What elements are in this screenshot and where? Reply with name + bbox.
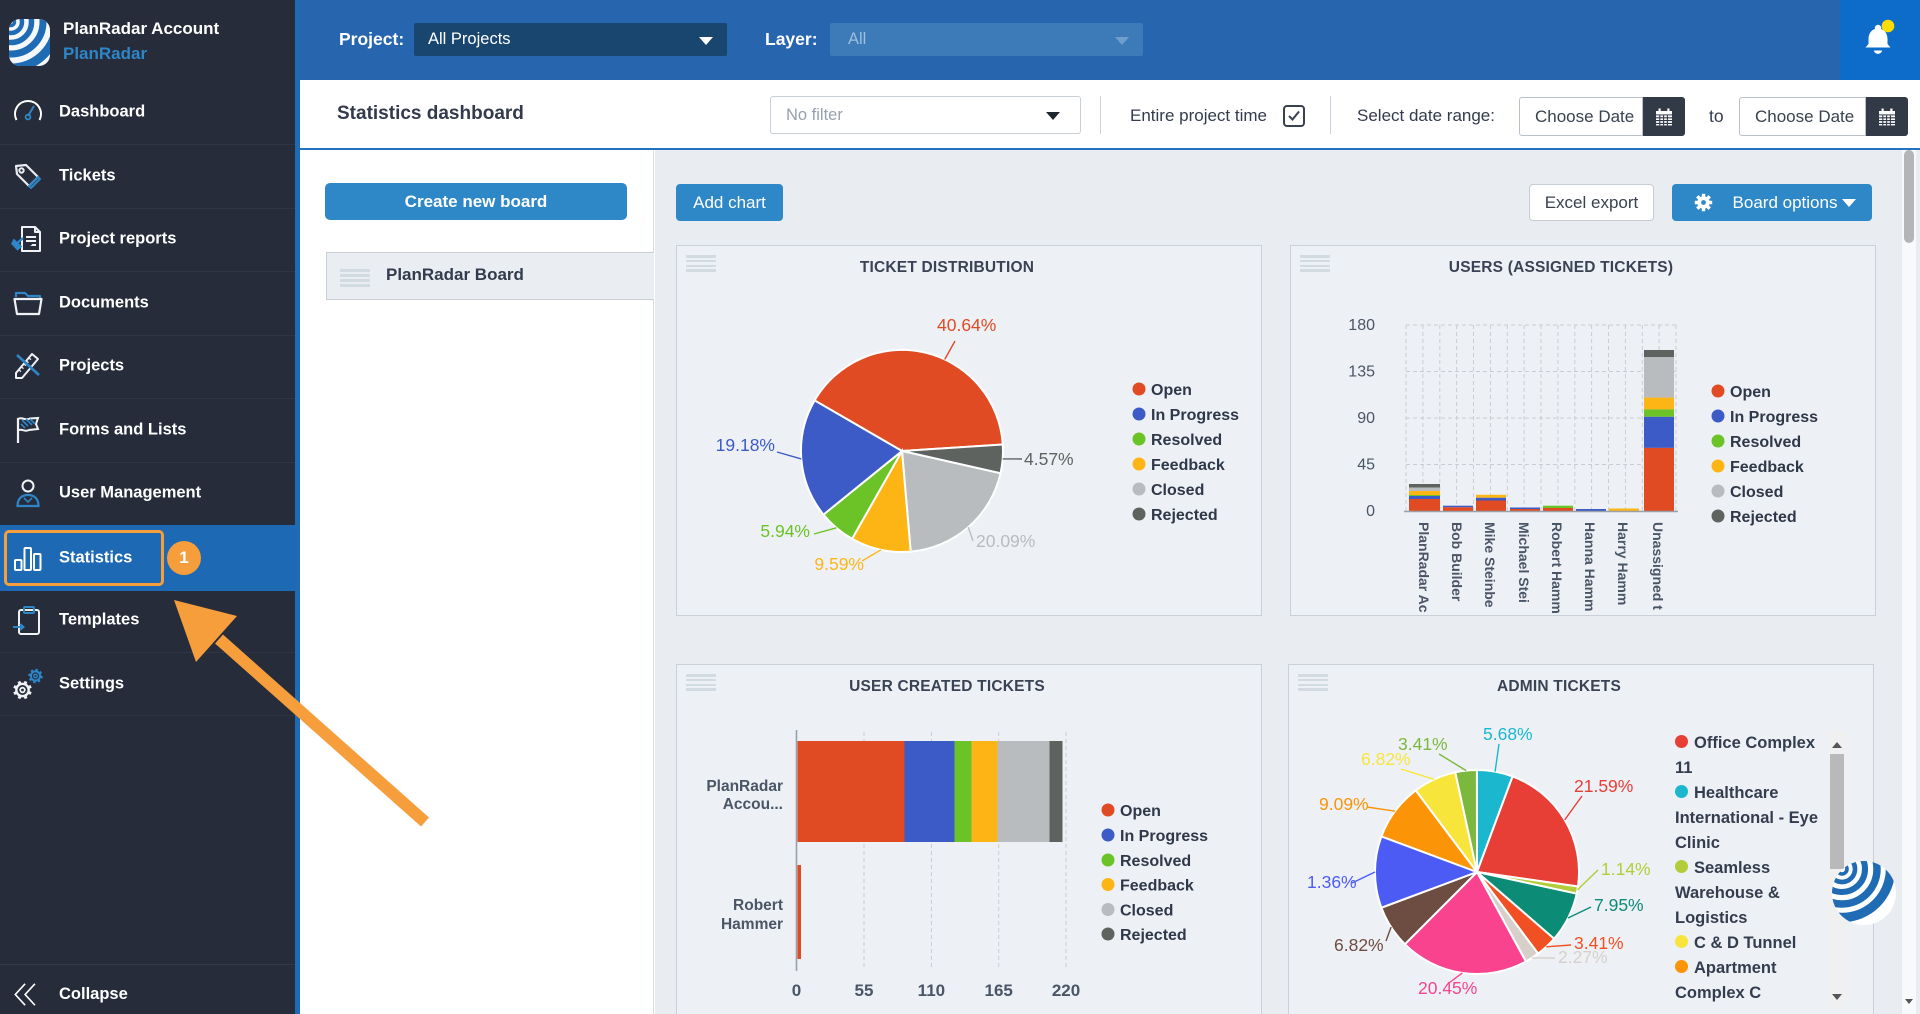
svg-text:9.09%: 9.09%	[1319, 794, 1369, 814]
svg-text:135: 135	[1348, 364, 1375, 381]
svg-text:PlanRadar: PlanRadar	[706, 778, 783, 795]
svg-text:Resolved: Resolved	[1730, 434, 1801, 451]
svg-text:165: 165	[985, 981, 1013, 1000]
svg-text:1.36%: 1.36%	[1307, 872, 1357, 892]
svg-text:Rejected: Rejected	[1730, 509, 1797, 526]
svg-text:1.14%: 1.14%	[1601, 859, 1651, 879]
svg-text:90: 90	[1357, 410, 1375, 427]
svg-text:Accou...: Accou...	[723, 796, 783, 813]
svg-text:0: 0	[1366, 503, 1375, 520]
svg-text:Open: Open	[1730, 384, 1771, 401]
svg-text:5.94%: 5.94%	[760, 521, 810, 541]
svg-text:Hanna Hamm: Hanna Hamm	[1582, 522, 1598, 611]
svg-text:Closed: Closed	[1730, 484, 1783, 501]
svg-text:PlanRadar Ac: PlanRadar Ac	[1416, 522, 1432, 613]
svg-text:Rejected: Rejected	[1151, 507, 1218, 524]
svg-text:Mike Steinbe: Mike Steinbe	[1482, 522, 1498, 608]
svg-text:55: 55	[855, 981, 874, 1000]
svg-text:In Progress: In Progress	[1730, 409, 1818, 426]
svg-text:45: 45	[1357, 457, 1375, 474]
svg-text:Unassigned t: Unassigned t	[1650, 522, 1666, 610]
svg-text:0: 0	[792, 981, 801, 1000]
svg-text:Robert Hamm: Robert Hamm	[1549, 522, 1565, 614]
svg-text:Feedback: Feedback	[1120, 878, 1194, 895]
svg-text:Resolved: Resolved	[1151, 432, 1222, 449]
svg-text:Rejected: Rejected	[1120, 927, 1187, 944]
svg-text:Feedback: Feedback	[1151, 457, 1225, 474]
svg-text:19.18%: 19.18%	[716, 435, 775, 455]
svg-text:4.57%: 4.57%	[1024, 449, 1074, 469]
svg-text:Robert: Robert	[733, 897, 783, 914]
svg-text:21.59%: 21.59%	[1574, 776, 1633, 796]
svg-text:Harry Hamm: Harry Hamm	[1615, 522, 1631, 605]
svg-text:110: 110	[918, 981, 945, 1000]
svg-text:Closed: Closed	[1151, 482, 1204, 499]
svg-text:Michael Stei: Michael Stei	[1516, 522, 1532, 603]
svg-text:2.27%: 2.27%	[1558, 947, 1608, 967]
svg-text:6.82%: 6.82%	[1334, 935, 1384, 955]
svg-text:5.68%: 5.68%	[1483, 724, 1533, 744]
svg-text:7.95%: 7.95%	[1594, 895, 1644, 915]
svg-text:9.59%: 9.59%	[814, 554, 864, 574]
svg-text:Hammer: Hammer	[721, 916, 783, 933]
svg-text:Open: Open	[1120, 803, 1161, 820]
svg-text:In Progress: In Progress	[1151, 407, 1239, 424]
svg-text:In Progress: In Progress	[1120, 828, 1208, 845]
svg-text:20.09%: 20.09%	[976, 531, 1035, 551]
svg-text:Resolved: Resolved	[1120, 853, 1191, 870]
svg-text:20.45%: 20.45%	[1418, 978, 1477, 998]
svg-text:220: 220	[1052, 981, 1080, 1000]
svg-text:Feedback: Feedback	[1730, 459, 1804, 476]
svg-text:Bob Builder: Bob Builder	[1449, 522, 1465, 602]
svg-text:Closed: Closed	[1120, 903, 1173, 920]
svg-text:Open: Open	[1151, 382, 1192, 399]
svg-text:3.41%: 3.41%	[1398, 734, 1448, 754]
svg-text:180: 180	[1348, 317, 1375, 334]
svg-text:40.64%: 40.64%	[937, 315, 996, 335]
